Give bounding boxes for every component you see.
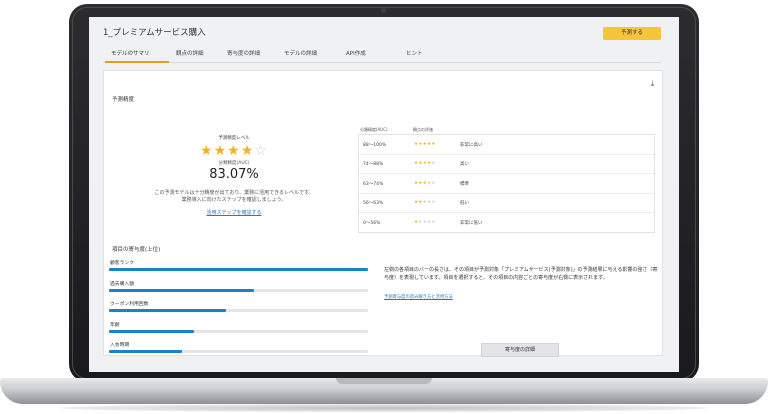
contribution-bar-fill: [109, 309, 226, 312]
contribution-bar-fill: [109, 350, 182, 353]
auc-table-row: 0〜56% ★★★★★ 非常に低い: [359, 213, 654, 232]
contribution-item-label[interactable]: 過去購入額: [110, 280, 134, 287]
accuracy-message-line2: 業務導入に向けたステップを確認しましょう。: [181, 197, 287, 203]
app-screen: 1_プレミアムサービス購入 予測する モデルのサマリ 観点の詳細 寄与度の詳細 …: [89, 17, 679, 372]
contribution-item-label[interactable]: 顧客ランク: [110, 259, 134, 266]
accuracy-section-title: 予測精度: [112, 97, 135, 103]
tab-feature-detail[interactable]: 観点の詳細: [176, 49, 204, 57]
auc-range: 88〜100%: [363, 143, 387, 148]
star-empty-icon: ★: [431, 200, 436, 206]
auc-label: 分類精度(AUC): [218, 161, 250, 166]
laptop-notch: [336, 378, 432, 384]
star-filled-icon: ★: [213, 143, 228, 159]
contribution-guide-link[interactable]: 予測寄与度の読み解き方と活用方法: [384, 294, 453, 300]
tab-api[interactable]: API作成: [346, 49, 366, 57]
contribution-item-label[interactable]: 年齢: [110, 321, 120, 328]
auc-row-stars: ★★★★★: [414, 161, 436, 166]
contribution-bar-fill: [109, 268, 368, 271]
download-icon[interactable]: ⤓: [648, 79, 657, 88]
auc-table-row: 88〜100% ★★★★★ 非常に高い: [359, 135, 654, 155]
tab-contribution-detail[interactable]: 寄与度の詳細: [227, 49, 260, 57]
auc-table: 88〜100% ★★★★★ 非常に高い 74〜88% ★★★★★ 高い 63〜74% ★★★★…: [358, 134, 655, 233]
star-filled-icon: ★: [240, 143, 255, 159]
tab-model-summary[interactable]: モデルのサマリ: [111, 49, 150, 57]
contribution-item-label[interactable]: 入会時期: [110, 341, 129, 348]
star-filled-icon: ★: [227, 143, 241, 159]
contribution-detail-button[interactable]: 寄与度の詳細: [481, 343, 559, 357]
contribution-bar-track[interactable]: [109, 288, 368, 292]
tab-hint[interactable]: ヒント: [406, 49, 423, 57]
auc-row-stars: ★★★★★: [414, 142, 436, 147]
summary-panel: ⤓ 予測精度 予測精度レベル ★★★★☆ 分類精度(AUC) 83.07% この…: [103, 70, 663, 357]
auc-eval-label: 非常に低い: [460, 220, 483, 226]
accuracy-message-line1: この予測モデルは十分精度が出ており、業務に活用できるレベルです。: [154, 190, 314, 196]
auc-table-header-range: 分類精度(AUC): [360, 127, 388, 132]
usage-steps-link[interactable]: 活用ステップを確認する: [174, 209, 294, 216]
contribution-bar-track[interactable]: [109, 309, 368, 312]
auc-eval-label: 非常に高い: [460, 143, 483, 148]
auc-row-stars: ★★★★★: [414, 200, 436, 205]
camera-icon: [381, 8, 386, 13]
contribution-item-label[interactable]: クーポン利用回数: [110, 300, 148, 307]
accuracy-level-label: 予測精度レベル: [218, 136, 250, 141]
predict-button[interactable]: 予測する: [603, 27, 661, 40]
auc-eval-label: 高い: [460, 162, 469, 168]
star-filled-icon: ★: [200, 143, 214, 159]
contribution-bar-track[interactable]: [109, 268, 368, 271]
auc-range: 56〜63%: [363, 201, 384, 207]
auc-range: 63〜74%: [363, 181, 384, 187]
star-filled-icon: ★: [431, 142, 436, 147]
page-title: 1_プレミアムサービス購入: [103, 28, 206, 38]
auc-table-row: 56〜63% ★★★★★ 低い: [359, 193, 654, 214]
contribution-description: 左側の各項目のバーの長さは、その項目が予測対象「プレミアムサービス(予測対象)」…: [384, 267, 658, 281]
auc-row-stars: ★★★★★: [414, 181, 436, 186]
contribution-section-title: 項目の寄与度(上位): [112, 247, 161, 253]
contribution-bar-track[interactable]: [109, 350, 368, 353]
auc-eval-label: 標準: [460, 181, 469, 187]
auc-table-row: 74〜88% ★★★★★ 高い: [359, 154, 654, 175]
tab-border: [103, 62, 661, 63]
star-empty-icon: ★: [431, 219, 436, 225]
accuracy-stars: ★★★★☆: [200, 143, 268, 159]
auc-range: 0〜56%: [363, 220, 381, 226]
contribution-bar-fill: [109, 288, 255, 292]
active-tab-underline: [105, 61, 169, 63]
auc-eval-label: 低い: [460, 201, 469, 207]
auc-table-header-eval: 観点の評価: [413, 127, 433, 132]
auc-value: 83.07%: [209, 167, 259, 182]
auc-range: 74〜88%: [363, 162, 384, 168]
contribution-bar-fill: [109, 329, 195, 333]
star-empty-icon: ★: [431, 180, 436, 186]
auc-table-row: 63〜74% ★★★★★ 標準: [359, 174, 654, 194]
tab-model-detail[interactable]: モデルの詳細: [284, 49, 317, 57]
auc-row-stars: ★★★★★: [414, 220, 436, 225]
star-empty-icon: ★: [431, 161, 436, 167]
star-empty-icon: ☆: [254, 143, 268, 159]
laptop-shadow: [60, 404, 708, 412]
contribution-bar-track[interactable]: [109, 329, 368, 333]
